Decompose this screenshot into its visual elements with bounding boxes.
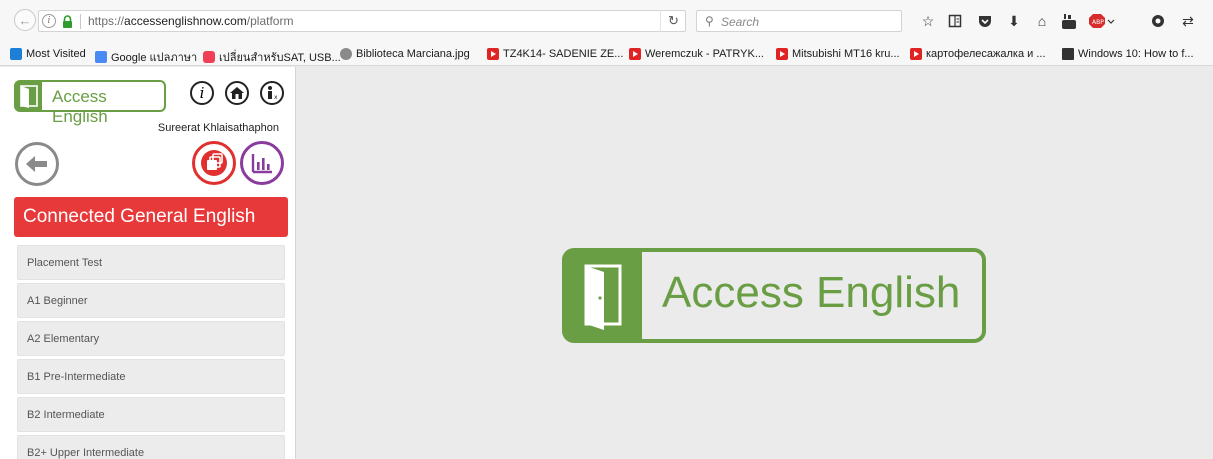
svg-text:ABP: ABP — [1092, 19, 1104, 26]
info-icon: i — [199, 84, 205, 102]
url-separator — [80, 14, 81, 29]
sidebar: Access English i x Sureerat Khlaisathaph… — [0, 67, 296, 459]
pocket-icon[interactable] — [977, 13, 993, 29]
level-b2-intermediate[interactable]: B2 Intermediate — [17, 397, 285, 432]
arrow-left-icon: ← — [18, 12, 32, 28]
arrow-left-icon — [26, 156, 47, 172]
bookmark-label: Windows 10: How to f... — [1078, 48, 1194, 60]
brand-name: Access English — [52, 87, 108, 126]
search-placeholder: Search — [721, 15, 760, 29]
level-b2-plus-upper-intermediate[interactable]: B2+ Upper Intermediate — [17, 435, 285, 459]
ibt-icon — [1062, 48, 1074, 60]
globe-icon — [340, 48, 352, 60]
level-b1-pre-intermediate[interactable]: B1 Pre-Intermediate — [17, 359, 285, 394]
url-bar[interactable]: i https://accessenglishnow.com/platform — [38, 10, 686, 32]
folder-icon — [10, 48, 22, 60]
home-icon[interactable]: ⌂ — [1034, 13, 1050, 29]
adblock-icon[interactable]: ABP — [1089, 13, 1115, 29]
svg-text:x: x — [274, 94, 278, 101]
user-info-icon: x — [268, 86, 278, 101]
reading-list-icon[interactable] — [947, 13, 963, 29]
lock-icon — [63, 15, 72, 28]
bookmark-item[interactable]: картофелесажалка и ... — [910, 48, 1046, 60]
brand-name: Access English — [662, 268, 961, 317]
copies-button[interactable] — [192, 141, 236, 185]
level-a2-elementary[interactable]: A2 Elementary — [17, 321, 285, 356]
search-icon: ⚲ — [705, 14, 714, 28]
bookmark-item[interactable]: TZ4K14- SADENIE ZE... — [487, 48, 623, 60]
bar-chart-icon — [251, 154, 272, 174]
bookmark-label: เปลี่ยนสำหรับSAT, USB... — [219, 52, 341, 64]
info-icon[interactable]: i — [42, 14, 56, 28]
bookmark-item[interactable]: Biblioteca Marciana.jpg — [340, 48, 470, 60]
bookmark-item[interactable]: Google แปลภาษา — [95, 48, 197, 66]
statistics-button[interactable] — [240, 141, 284, 185]
browser-window: ← i https://accessenglishnow.com/platfor… — [0, 0, 1213, 459]
main-logo: Access English — [562, 248, 986, 343]
main-content: Access English — [297, 67, 1213, 459]
extension-icon[interactable] — [1150, 13, 1166, 29]
google-translate-icon — [95, 51, 107, 63]
bookmark-label: Google แปลภาษา — [111, 52, 198, 64]
user-name: Sureerat Khlaisathaphon — [157, 122, 279, 134]
youtube-icon — [487, 48, 499, 60]
bookmarks-toolbar: Most Visited Google แปลภาษา เปลี่ยนสำหรั… — [0, 44, 1213, 66]
bookmark-label: Mitsubishi MT16 kru... — [792, 48, 900, 60]
user-info-button[interactable]: x — [260, 81, 284, 105]
home-button[interactable] — [225, 81, 249, 105]
door-icon — [566, 252, 642, 339]
level-a1-beginner[interactable]: A1 Beginner — [17, 283, 285, 318]
url-domain: accessenglishnow.com — [124, 14, 247, 28]
reload-button[interactable]: ↻ — [660, 10, 686, 32]
bookmark-label: Weremczuk - PATRYK... — [645, 48, 764, 60]
youtube-icon — [629, 48, 641, 60]
bookmark-item[interactable]: Most Visited — [10, 48, 86, 60]
reload-icon: ↻ — [668, 13, 679, 28]
bookmark-item[interactable]: Windows 10: How to f... — [1062, 48, 1194, 60]
url-text[interactable]: https://accessenglishnow.com/platform — [88, 14, 293, 28]
sync-icon[interactable]: ⇄ — [1180, 13, 1196, 29]
bookmark-label: TZ4K14- SADENIE ZE... — [503, 48, 624, 60]
level-list: Placement Test A1 Beginner A2 Elementary… — [17, 245, 285, 459]
bookmark-star-icon[interactable]: ☆ — [920, 13, 936, 29]
bookmark-label: картофелесажалка и ... — [926, 48, 1046, 60]
bookmark-item[interactable]: Mitsubishi MT16 kru... — [776, 48, 900, 60]
youtube-icon — [910, 48, 922, 60]
copies-icon — [201, 150, 227, 176]
home-icon — [230, 87, 244, 99]
search-box[interactable]: ⚲ Search — [696, 10, 902, 32]
bookmark-item[interactable]: เปลี่ยนสำหรับSAT, USB... — [203, 48, 341, 66]
door-icon — [16, 82, 42, 110]
level-placement-test[interactable]: Placement Test — [17, 245, 285, 280]
pocket-icon — [203, 51, 215, 63]
url-prefix: https:// — [88, 14, 125, 28]
course-title[interactable]: Connected General English — [14, 197, 288, 237]
bookmark-label: Biblioteca Marciana.jpg — [356, 48, 470, 60]
brand-logo[interactable]: Access English — [14, 80, 166, 126]
youtube-toolbar-icon[interactable] — [1061, 13, 1077, 29]
bookmark-label: Most Visited — [26, 48, 86, 60]
info-button[interactable]: i — [190, 81, 214, 105]
browser-back-button[interactable]: ← — [14, 9, 36, 31]
bookmark-item[interactable]: Weremczuk - PATRYK... — [629, 48, 764, 60]
youtube-icon — [776, 48, 788, 60]
navigation-toolbar: ← i https://accessenglishnow.com/platfor… — [0, 0, 1213, 44]
url-path: /platform — [246, 14, 294, 28]
back-button[interactable] — [15, 142, 59, 186]
download-icon[interactable]: ⬇ — [1006, 13, 1022, 29]
